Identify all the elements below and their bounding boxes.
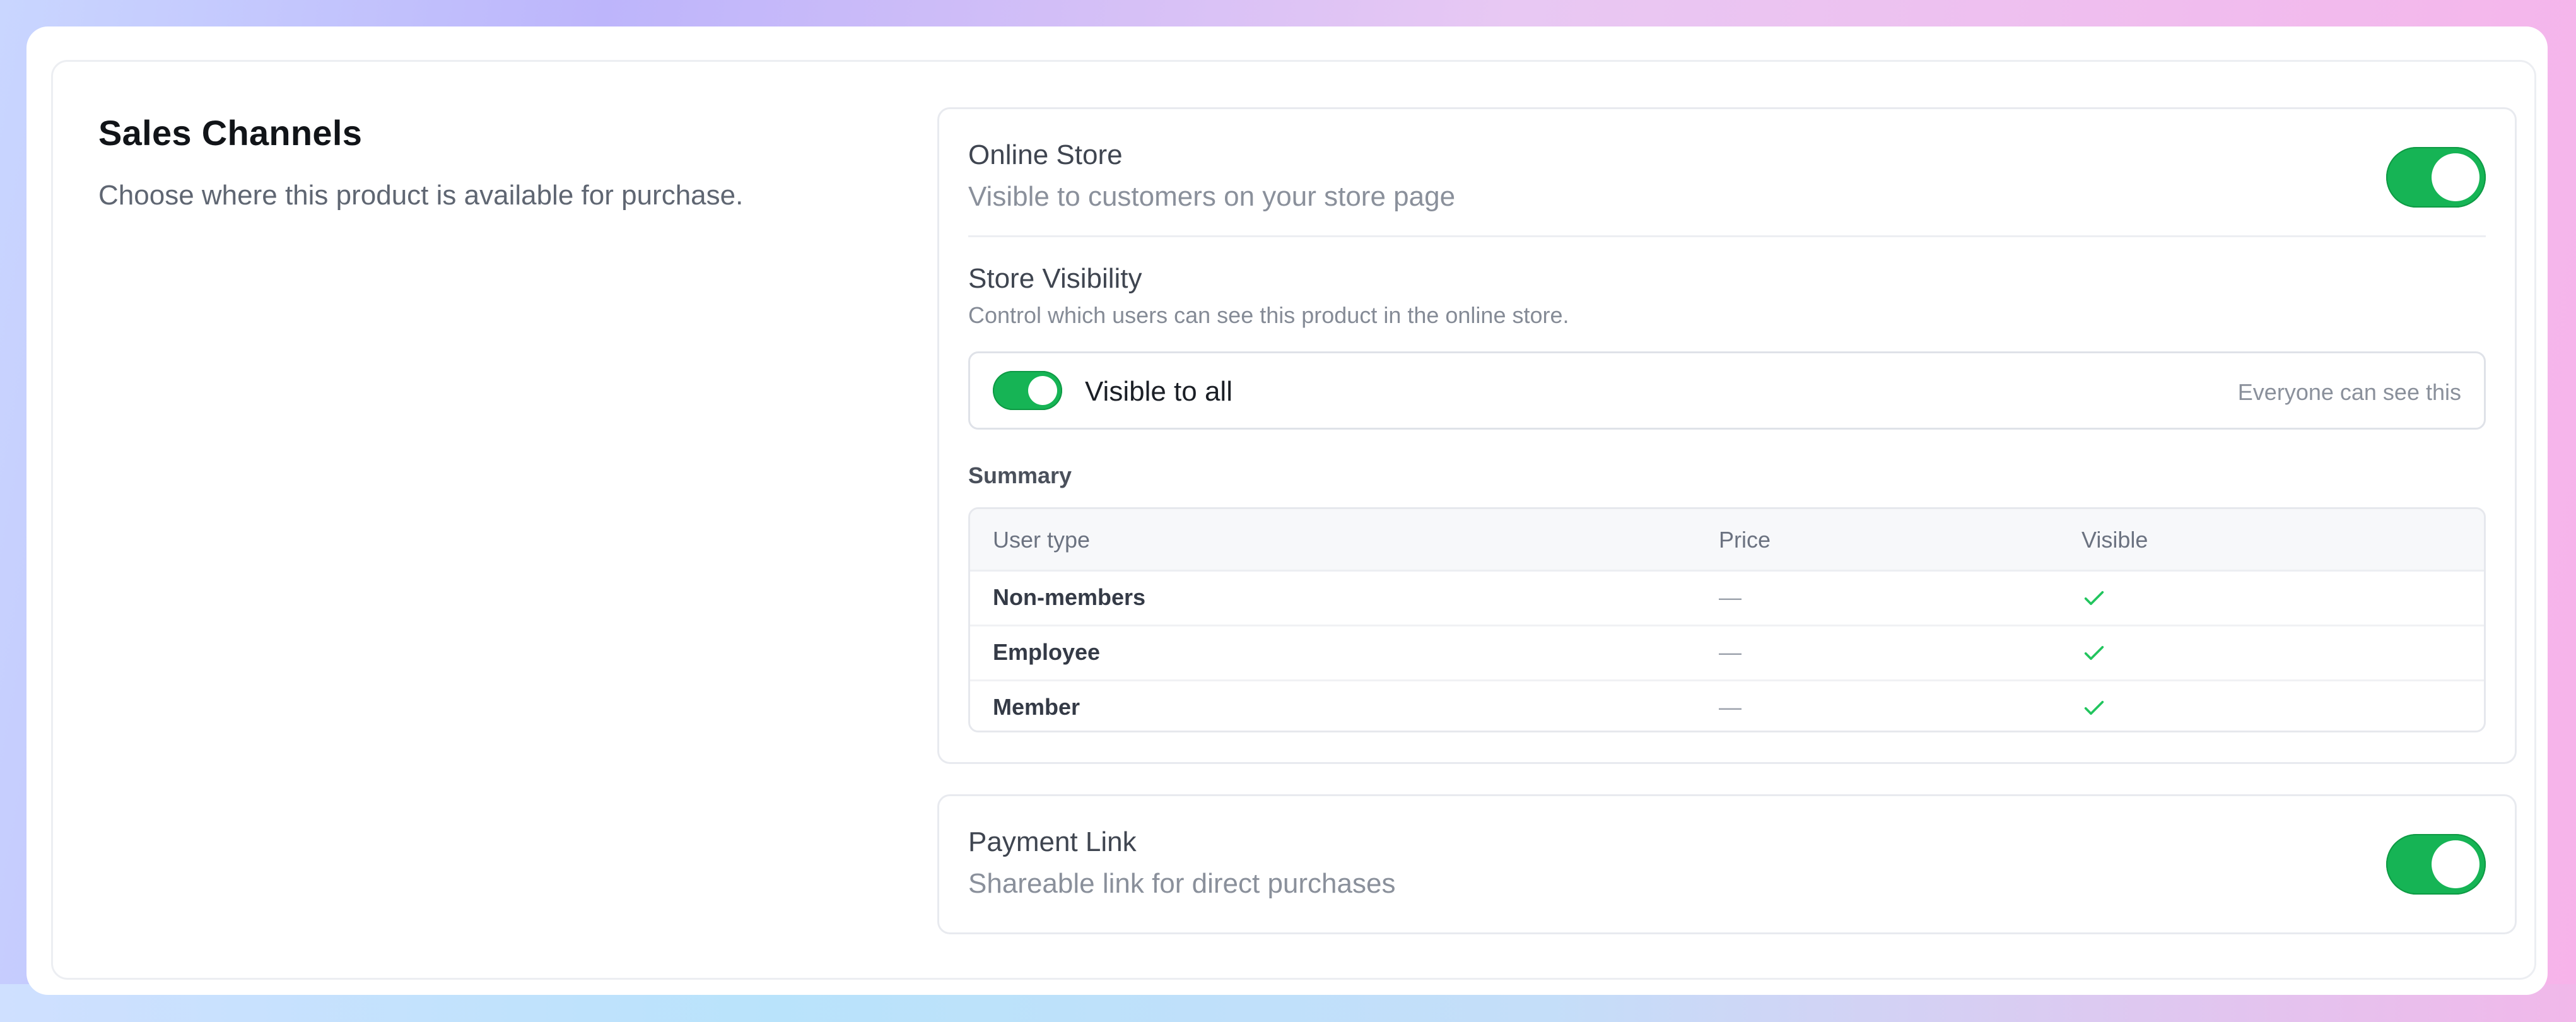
check-icon	[2084, 591, 2104, 605]
online-store-card: Online Store Visible to customers on you…	[937, 107, 2517, 764]
table-row: Employee —	[970, 626, 2484, 681]
user-type-cell: Member	[993, 694, 1080, 720]
sales-channels-section: Sales Channels Choose where this product…	[51, 60, 2536, 980]
price-cell: —	[1719, 694, 1742, 720]
table-row: Non-members —	[970, 572, 2484, 626]
settings-panel: Sales Channels Choose where this product…	[26, 26, 2548, 995]
user-type-cell: Employee	[993, 639, 1101, 665]
table-header: User type Price Visible	[970, 509, 2484, 572]
payment-link-header: Payment Link Shareable link for direct p…	[968, 826, 2486, 900]
visible-to-all-label: Visible to all	[1085, 376, 1232, 407]
section-title: Sales Channels	[98, 113, 363, 153]
divider	[968, 235, 2486, 237]
payment-link-toggle[interactable]	[2386, 834, 2486, 895]
online-store-title: Online Store	[968, 139, 1123, 170]
visibility-hint: Everyone can see this	[2237, 379, 2461, 405]
check-icon	[2084, 701, 2104, 715]
column-header-visible: Visible	[2081, 527, 2148, 553]
store-visibility-title: Store Visibility	[968, 263, 1142, 294]
section-header: Sales Channels Choose where this product…	[98, 112, 824, 211]
visible-to-all-toggle[interactable]	[993, 371, 1062, 410]
payment-link-title: Payment Link	[968, 826, 1137, 857]
column-header-price: Price	[1719, 527, 1771, 553]
section-description: Choose where this product is available f…	[98, 180, 744, 211]
table-row: Member —	[970, 681, 2484, 731]
online-store-header: Online Store Visible to customers on you…	[968, 139, 2486, 213]
online-store-toggle[interactable]	[2386, 147, 2486, 208]
online-store-subtitle: Visible to customers on your store page	[968, 181, 1456, 212]
column-header-user-type: User type	[993, 527, 1091, 553]
store-visibility-subtitle: Control which users can see this product…	[968, 302, 1569, 328]
payment-link-card: Payment Link Shareable link for direct p…	[937, 794, 2517, 934]
summary-table: User type Price Visible Non-members — Em…	[968, 507, 2486, 732]
price-cell: —	[1719, 639, 1742, 665]
visibility-option[interactable]: Visible to all Everyone can see this	[968, 351, 2486, 430]
user-type-cell: Non-members	[993, 584, 1146, 610]
payment-link-subtitle: Shareable link for direct purchases	[968, 868, 1396, 899]
toggle-knob	[2432, 153, 2479, 201]
summary-label: Summary	[968, 462, 1072, 488]
price-cell: —	[1719, 584, 1742, 610]
toggle-knob	[1028, 376, 1057, 405]
check-icon	[2084, 645, 2104, 660]
toggle-knob	[2432, 840, 2479, 888]
